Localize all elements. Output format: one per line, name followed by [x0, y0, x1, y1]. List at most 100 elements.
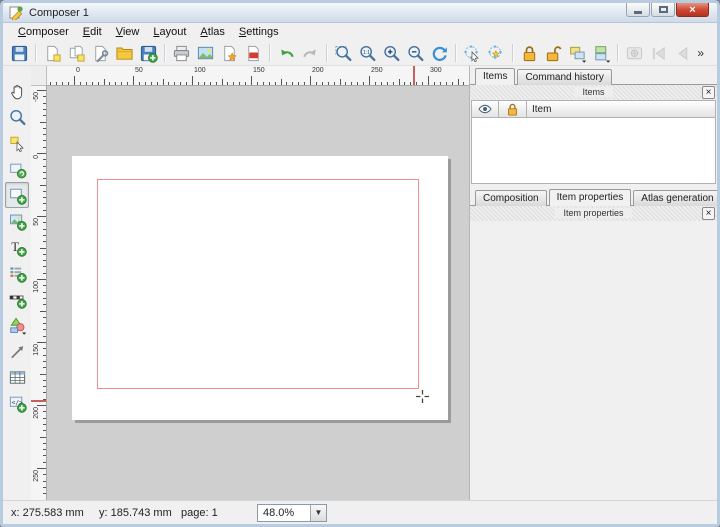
menu-item-settings[interactable]: Settings — [232, 25, 286, 39]
add-new-scalebar-tool-button[interactable] — [5, 286, 29, 312]
menu-item-view[interactable]: View — [109, 25, 147, 39]
items-dock-title: Items — [574, 87, 612, 97]
print-icon — [172, 44, 191, 63]
toolbar-separator — [269, 44, 270, 62]
ruler-tick — [446, 82, 447, 85]
map-item-outline[interactable] — [97, 179, 419, 389]
composition-canvas[interactable] — [47, 86, 469, 500]
ruler-label: 50 — [33, 218, 40, 226]
lock-column-header[interactable] — [499, 100, 527, 118]
ruler-tick — [43, 285, 46, 286]
ruler-label: 150 — [253, 67, 265, 74]
move-item-content-tool-button[interactable] — [5, 156, 29, 182]
ruler-label: 150 — [33, 344, 40, 356]
add-image-tool-button[interactable] — [5, 208, 29, 234]
tab-command-history[interactable]: Command history — [517, 69, 611, 85]
menu-item-edit[interactable]: Edit — [76, 25, 109, 39]
print-button[interactable] — [169, 42, 193, 65]
add-new-map-tool-button[interactable] — [5, 182, 29, 208]
zoom-actual-size-button[interactable]: 1:1 — [355, 42, 379, 65]
new-composition-button[interactable] — [40, 42, 64, 65]
ruler-tick — [43, 430, 46, 431]
ruler-tick — [43, 462, 46, 463]
toolbar-overflow-chevron[interactable]: » — [694, 46, 707, 60]
zoom-in-button[interactable] — [379, 42, 403, 65]
atlas-previous-feature-button[interactable] — [670, 42, 694, 65]
add-html-frame-tool-button[interactable]: </> — [5, 390, 29, 416]
add-image-icon — [8, 212, 27, 231]
undo-button[interactable] — [274, 42, 298, 65]
raise-items-button[interactable] — [565, 42, 589, 65]
zoom-full-button[interactable] — [331, 42, 355, 65]
add-attribute-table-tool-button[interactable] — [5, 364, 29, 390]
tab-atlas-generation[interactable]: Atlas generation — [633, 190, 720, 206]
lock-items-button[interactable] — [517, 42, 541, 65]
export-svg-button[interactable] — [217, 42, 241, 65]
ruler-tick — [40, 185, 46, 186]
ruler-tick — [86, 82, 87, 85]
load-from-template-button[interactable] — [112, 42, 136, 65]
ruler-label: 0 — [33, 155, 40, 159]
ruler-tick — [43, 424, 46, 425]
add-arrow-icon — [8, 342, 27, 361]
statusbar: x: 275.583 mm y: 185.743 mm page: 1 48.0… — [3, 500, 717, 524]
pan-icon — [8, 82, 27, 101]
zoom-out-button[interactable] — [403, 42, 427, 65]
tab-items[interactable]: Items — [475, 68, 515, 85]
ruler-tick — [163, 79, 164, 85]
menu-item-composer[interactable]: Composer — [11, 25, 76, 39]
close-button[interactable]: × — [676, 3, 709, 17]
atlas-preview-button[interactable] — [622, 42, 646, 65]
zoom-combobox[interactable]: 48.0% ▼ — [257, 504, 327, 522]
items-dock-close-button[interactable]: × — [702, 86, 715, 99]
item-properties-empty-area — [470, 221, 717, 500]
item-column-header[interactable]: Item — [527, 100, 716, 118]
export-pdf-button[interactable] — [241, 42, 265, 65]
add-new-label-tool-button[interactable]: T — [5, 234, 29, 260]
ruler-tick — [168, 82, 169, 85]
ruler-tick — [263, 82, 264, 85]
ruler-tick — [43, 317, 46, 318]
atlas-first-feature-button[interactable] — [646, 42, 670, 65]
select-move-item-button[interactable] — [460, 42, 484, 65]
maximize-button[interactable] — [651, 3, 675, 17]
ruler-tick — [43, 172, 46, 173]
main-area: T</> 050100150200250300 -500501001502002… — [3, 66, 717, 500]
redo-button[interactable] — [298, 42, 322, 65]
add-basic-shape-tool-button[interactable] — [5, 312, 29, 338]
items-list[interactable] — [471, 118, 716, 184]
move-item-content-button[interactable] — [484, 42, 508, 65]
pan-tool-button[interactable] — [5, 78, 29, 104]
ruler-tick — [80, 82, 81, 85]
ruler-tick — [298, 82, 299, 85]
composer-manager-button[interactable] — [88, 42, 112, 65]
export-image-button[interactable] — [193, 42, 217, 65]
ruler-tick — [43, 140, 46, 141]
item-properties-dock-close-button[interactable]: × — [702, 207, 715, 220]
ruler-label: -50 — [33, 92, 40, 102]
minimize-button[interactable] — [626, 3, 650, 17]
ruler-tick — [40, 437, 46, 438]
unlock-items-button[interactable] — [541, 42, 565, 65]
add-arrow-tool-button[interactable] — [5, 338, 29, 364]
visibility-column-header[interactable] — [471, 100, 499, 118]
duplicate-composition-button[interactable] — [64, 42, 88, 65]
select-move-item-icon — [8, 134, 27, 153]
ruler-tick — [40, 248, 46, 249]
tab-item-properties[interactable]: Item properties — [549, 189, 632, 206]
zoom-dropdown-button[interactable]: ▼ — [310, 505, 326, 521]
select-move-item-tool-button[interactable] — [5, 130, 29, 156]
new-composition-icon — [43, 44, 62, 63]
refresh-view-button[interactable] — [427, 42, 451, 65]
save-as-template-button[interactable] — [136, 42, 160, 65]
tab-composition[interactable]: Composition — [475, 190, 547, 206]
menu-item-layout[interactable]: Layout — [146, 25, 193, 39]
align-items-button[interactable] — [589, 42, 613, 65]
qgis-composer-icon — [9, 5, 24, 20]
add-new-legend-tool-button[interactable] — [5, 260, 29, 286]
add-attribute-table-icon — [8, 368, 27, 387]
menu-item-atlas[interactable]: Atlas — [193, 25, 231, 39]
zoom-tool-button[interactable] — [5, 104, 29, 130]
save-button[interactable] — [7, 42, 31, 65]
status-y-coordinate: y: 185.743 mm — [99, 507, 181, 519]
